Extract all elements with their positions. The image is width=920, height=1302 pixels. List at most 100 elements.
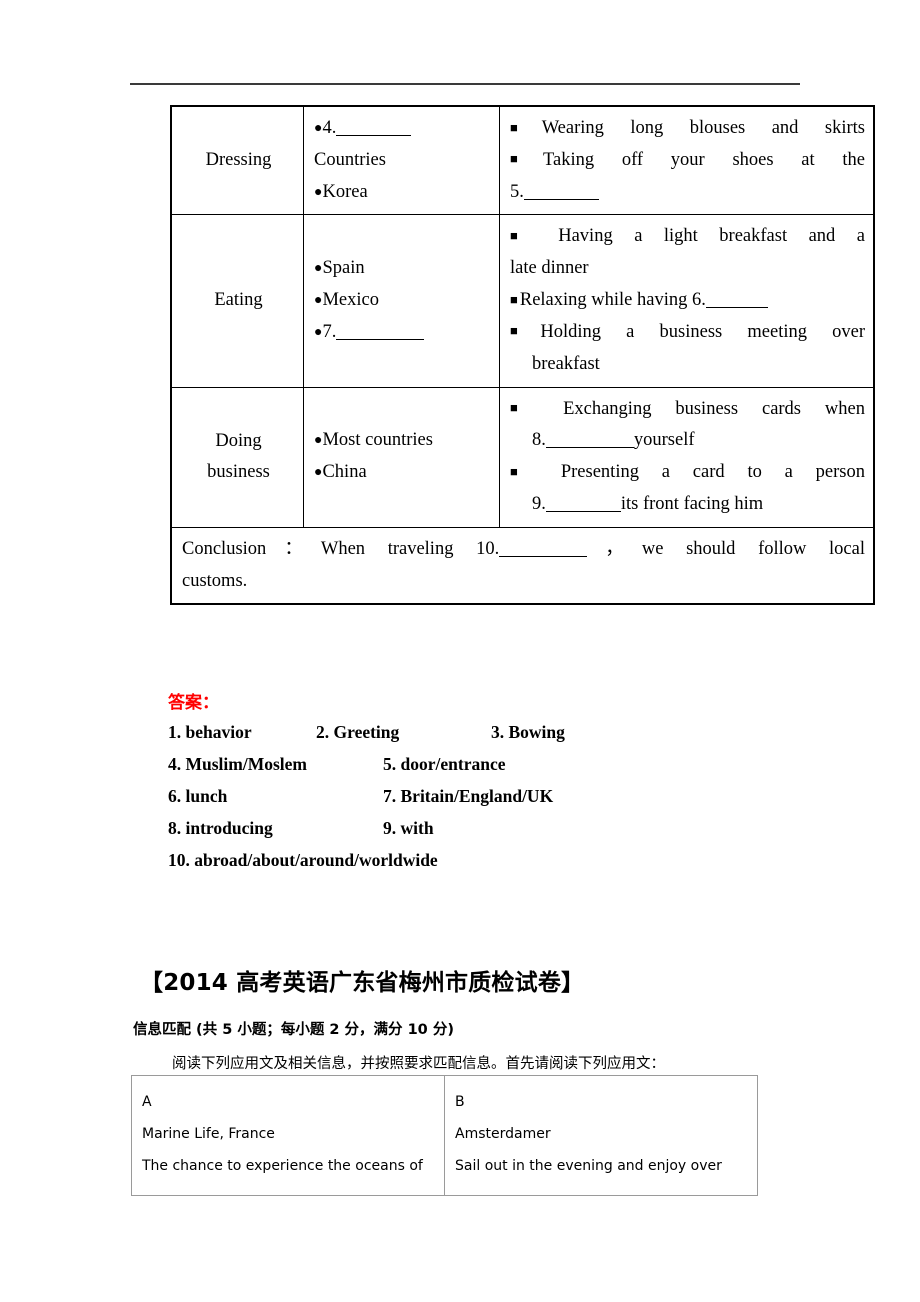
- description-line: 8. yourself: [510, 425, 865, 457]
- answer-row: 1. behavior 2. Greeting 3. Bowing: [168, 722, 808, 743]
- square-bullet-icon: ■: [510, 227, 535, 243]
- answer-item: 1. behavior: [168, 722, 252, 742]
- description-text: Holding a business meeting over: [540, 321, 866, 342]
- description-line: 5.: [510, 177, 865, 209]
- passage-letter: B: [455, 1094, 465, 1110]
- answer-row: 4. Muslim/Moslem 5. door/entrance: [168, 754, 808, 775]
- section-instruction: 阅读下列应用文及相关信息，并按照要求匹配信息。首先请阅读下列应用文：: [172, 1056, 665, 1072]
- description-text: Taking off your shoes at the: [542, 149, 865, 170]
- passage-cell-a: A Marine Life, France The chance to expe…: [131, 1075, 445, 1196]
- top-horizontal-rule: [130, 83, 800, 85]
- bullet-item: ●Spain: [314, 253, 491, 285]
- answer-item: 7. Britain/England/UK: [383, 786, 554, 806]
- description-text: Presenting a card to a person: [560, 462, 865, 483]
- answer-item: 9. with: [383, 818, 434, 838]
- answer-blank: [545, 510, 621, 512]
- square-bullet-icon: ■: [510, 119, 540, 135]
- answer-blank: [705, 307, 768, 309]
- answers-title: 答案：: [168, 693, 219, 713]
- category-cell-doing-business: Doing business: [170, 386, 304, 528]
- document-page: Dressing ●4. Countries ●Korea ■Wearing: [0, 0, 920, 1302]
- answer-blank: [336, 338, 425, 340]
- passage-cell-b: B Amsterdamer Sail out in the evening an…: [444, 1075, 758, 1196]
- category-cell-eating: Eating: [170, 214, 304, 388]
- bullet-text: China: [322, 462, 367, 483]
- description-text: 8.: [532, 430, 546, 451]
- square-bullet-icon: ■: [510, 323, 539, 339]
- passage-body: The chance to experience the oceans of: [142, 1158, 423, 1175]
- table-row: Dressing ●4. Countries ●Korea ■Wearing: [170, 105, 875, 216]
- bullet-item: Countries: [314, 145, 491, 177]
- answer-item: 6. lunch: [168, 786, 228, 806]
- conclusion-cell: Conclusion：When traveling 10. ，we should …: [170, 526, 875, 605]
- bullet-text: Mexico: [322, 290, 379, 311]
- square-bullet-icon: ■: [510, 400, 538, 415]
- bullet-item: ●4.: [314, 113, 491, 145]
- bullet-text: Countries: [314, 149, 386, 170]
- conclusion-text-before: ：When traveling 10.: [266, 538, 500, 559]
- description-line: ■ Having a light breakfast and a: [510, 221, 865, 253]
- conclusion-line: customs.: [182, 566, 865, 598]
- answer-item: 4. Muslim/Moslem: [168, 754, 308, 774]
- passage-letter: A: [142, 1094, 152, 1110]
- conclusion-text-end: customs.: [182, 570, 248, 591]
- countries-cell-eating: ●Spain ●Mexico ●7.: [303, 214, 500, 388]
- answer-blank: [523, 198, 599, 200]
- description-line: ■ Holding a business meeting over: [510, 317, 865, 349]
- answer-item: 5. door/entrance: [383, 754, 506, 774]
- table-row-conclusion: Conclusion：When traveling 10. ，we should …: [170, 526, 875, 605]
- answer-row: 10. abroad/about/around/worldwide: [168, 850, 808, 871]
- passage-title: Amsterdamer: [455, 1126, 551, 1143]
- answer-row: 8. introducing 9. with: [168, 818, 808, 839]
- square-bullet-icon: ■: [510, 463, 537, 479]
- description-tail: its front facing him: [620, 493, 764, 514]
- description-text: late dinner: [510, 258, 589, 279]
- description-text: Wearing long blouses and skirts: [541, 118, 865, 138]
- table-row: A Marine Life, France The chance to expe…: [131, 1075, 758, 1196]
- answer-row: 6. lunch 7. Britain/England/UK: [168, 786, 808, 807]
- section-subtitle: 信息匹配 (共 5 小题；每小题 2 分，满分 10 分): [133, 1022, 454, 1038]
- square-bullet-icon: ■: [510, 291, 518, 307]
- description-tail: yourself: [633, 430, 695, 451]
- passage-options-table: A Marine Life, France The chance to expe…: [131, 1075, 758, 1196]
- bullet-text: Korea: [322, 181, 368, 202]
- bullet-text: Spain: [322, 258, 365, 279]
- description-text: 9.: [532, 493, 546, 514]
- bullet-item: ●Most countries: [314, 425, 491, 457]
- exam-paper-heading: 【2014 高考英语广东省梅州市质检试卷】: [140, 970, 585, 996]
- description-cell-eating: ■ Having a light breakfast and a late di…: [499, 214, 875, 388]
- countries-cell-dressing: ●4. Countries ●Korea: [303, 105, 500, 216]
- answer-blank: [545, 447, 634, 449]
- countries-cell-doing-business: ●Most countries ●China: [303, 386, 500, 528]
- description-text: Relaxing while having 6.: [519, 290, 706, 311]
- bullet-item: ●China: [314, 457, 491, 489]
- answer-item: 8. introducing: [168, 818, 273, 838]
- description-line: late dinner: [510, 253, 865, 285]
- answer-item: 3. Bowing: [491, 722, 565, 742]
- bullet-text: 4.: [322, 118, 337, 138]
- category-label: Eating: [214, 290, 263, 311]
- description-text: 5.: [510, 181, 524, 202]
- category-cell-dressing: Dressing: [170, 105, 304, 216]
- passage-body: Sail out in the evening and enjoy over: [455, 1158, 722, 1175]
- answer-blank: [336, 135, 412, 136]
- description-text: breakfast: [532, 353, 600, 374]
- conclusion-text-after: ，we should follow local: [587, 538, 865, 559]
- bullet-item: ●7.: [314, 317, 491, 349]
- category-label: Dressing: [205, 150, 272, 170]
- description-line: 9. its front facing him: [510, 489, 865, 521]
- conclusion-label: Conclusion: [182, 538, 267, 559]
- answer-item: 10. abroad/about/around/worldwide: [168, 850, 438, 870]
- culture-customs-table: Dressing ●4. Countries ●Korea ■Wearing: [170, 105, 875, 606]
- bullet-item: ●Mexico: [314, 285, 491, 317]
- description-line: breakfast: [510, 349, 865, 381]
- bullet-text: 7.: [322, 321, 337, 342]
- description-line: ■ Presenting a card to a person: [510, 457, 865, 489]
- description-text: Exchanging business cards when: [563, 398, 866, 419]
- description-line: ■ Taking off your shoes at the: [510, 145, 865, 177]
- answers-section: 答案： 1. behavior 2. Greeting 3. Bowing 4. M…: [168, 688, 808, 882]
- answer-blank: [499, 555, 588, 557]
- description-cell-dressing: ■ Wearing long blouses and skirts ■ Taking…: [499, 105, 875, 216]
- passage-title: Marine Life, France: [142, 1126, 275, 1143]
- answer-item: 2. Greeting: [316, 722, 400, 742]
